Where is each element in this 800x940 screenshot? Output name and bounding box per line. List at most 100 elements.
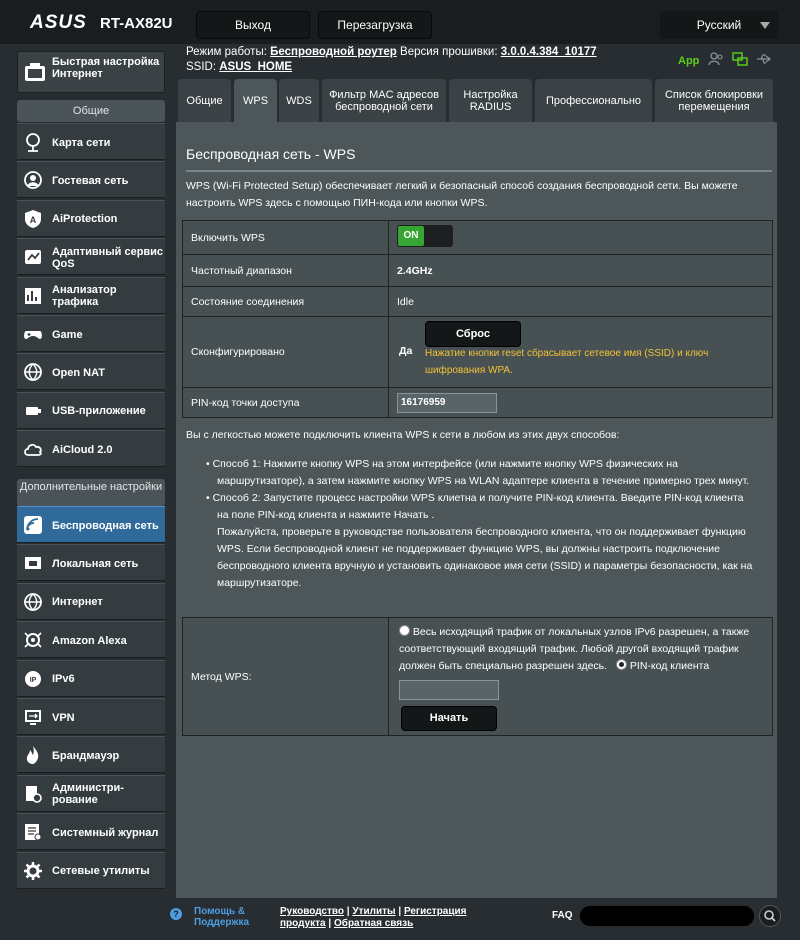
reset-button[interactable]: Сброс	[425, 321, 521, 347]
logout-button[interactable]: Выход	[196, 11, 310, 39]
tab-radius[interactable]: Настройка RADIUS	[449, 79, 532, 123]
sidebar-item-general-6[interactable]: Open NAT	[17, 353, 165, 391]
radio-client-pin[interactable]	[616, 659, 627, 670]
reboot-button[interactable]: Перезагрузка	[318, 11, 432, 39]
band-label: Частотный диапазон	[182, 254, 389, 287]
sidebar-item-advanced-4[interactable]: IP IPv6	[17, 659, 165, 697]
configured-cell: Да Сброс Нажатие кнопки reset сбрасывает…	[388, 316, 773, 388]
sidebar-item-advanced-1[interactable]: Локальная сеть	[17, 544, 165, 582]
sidebar-item-label: Администри-рование	[52, 782, 124, 807]
ap-pin-label: PIN-код точки доступа	[182, 387, 389, 418]
sidebar-item-general-0[interactable]: Карта сети	[17, 123, 165, 160]
setup-wizard-icon	[25, 63, 45, 81]
ssid-label: SSID:	[186, 61, 217, 73]
start-button[interactable]: Начать	[401, 706, 497, 731]
tab-wps[interactable]: WPS	[234, 79, 277, 123]
sidebar-item-general-2[interactable]: A AiProtection	[17, 199, 165, 237]
sidebar-item-general-1[interactable]: Гостевая сеть	[17, 161, 165, 199]
sidebar-item-label: Open NAT	[52, 366, 105, 379]
shield-icon: A	[25, 209, 41, 228]
row-wps-method: Метод WPS: Весь исходящий трафик от лока…	[182, 617, 773, 736]
register-link-1[interactable]: Регистрация	[404, 906, 467, 917]
wps-method-label: Метод WPS:	[182, 617, 389, 736]
general-section-header: Общие	[17, 100, 165, 122]
help-support-link[interactable]: Помощь & Поддержка	[194, 906, 249, 928]
wireless-icon	[24, 516, 42, 534]
sidebar-item-label: Amazon Alexa	[52, 634, 127, 647]
row-connection: Состояние соединения Idle	[182, 286, 773, 317]
way-2-line-3: Пожалуйста, проверьте в руководстве поль…	[217, 526, 746, 538]
sidebar-item-general-7[interactable]: USB-приложение	[17, 391, 165, 429]
sidebar-item-label: USB-приложение	[52, 405, 146, 418]
sidebar-item-label: Беспроводная сеть	[52, 519, 159, 532]
client-pin-input[interactable]	[399, 680, 499, 700]
sidebar-item-general-8[interactable]: AiCloud 2.0	[17, 430, 165, 468]
enable-wps-label: Включить WPS	[182, 220, 389, 255]
sidebar-item-advanced-5[interactable]: VPN	[17, 698, 165, 735]
sidebar-item-advanced-7[interactable]: Администри-рование	[17, 774, 165, 812]
mode-link[interactable]: Беспроводной роутер	[270, 46, 397, 58]
utilities-link[interactable]: Утилиты	[352, 906, 395, 917]
sidebar-item-advanced-0[interactable]: Беспроводная сеть	[17, 506, 165, 543]
app-link[interactable]: App	[678, 55, 699, 67]
usb-status-icon[interactable]	[756, 52, 772, 66]
language-select[interactable]: Русский	[660, 11, 778, 39]
sidebar-item-general-4[interactable]: Анализатор трафика	[17, 276, 165, 314]
sidebar-item-advanced-8[interactable]: Системный журнал	[17, 813, 165, 851]
usb-icon	[26, 406, 41, 415]
tab-roaming-block[interactable]: Список блокировки перемещения	[655, 79, 773, 123]
search-icon	[764, 910, 776, 922]
alexa-icon	[24, 632, 42, 648]
enable-wps-cell: ON	[388, 220, 773, 255]
tab-wds[interactable]: WDS	[279, 79, 319, 123]
ap-pin-field[interactable]: 16176959	[397, 392, 497, 413]
sidebar-item-advanced-6[interactable]: Брандмауэр	[17, 736, 165, 774]
tab-general[interactable]: Общие	[178, 79, 231, 123]
model-name: RT-AX82U	[100, 15, 173, 32]
internet-status-icon[interactable]	[732, 52, 748, 66]
sidebar-item-label: Карта сети	[52, 136, 111, 149]
footer-links: Руководство | Утилиты | Регистрация прод…	[280, 906, 467, 929]
faq-search-input[interactable]	[579, 905, 755, 927]
sidebar-item-label: Анализатор трафика	[52, 284, 117, 309]
admin-icon	[26, 785, 42, 803]
register-link-2[interactable]: продукта	[280, 918, 326, 929]
clients-icon[interactable]	[708, 52, 724, 66]
feedback-link[interactable]: Обратная связь	[334, 918, 413, 929]
sidebar-item-label: Интернет	[52, 596, 103, 609]
sidebar-item-general-3[interactable]: Адаптивный сервис QoS	[17, 238, 165, 276]
sidebar-item-label: Адаптивный сервис QoS	[52, 245, 164, 270]
wps-toggle[interactable]: ON	[397, 225, 453, 247]
vpn-icon	[25, 710, 41, 725]
wps-toggle-on: ON	[398, 226, 424, 246]
help-text-2: Поддержка	[194, 917, 250, 928]
way-2-line-2: на поле PIN-код клиента и нажмите Начать…	[217, 509, 435, 521]
radio-push-button[interactable]	[399, 625, 410, 636]
gear-icon	[24, 861, 42, 880]
fw-link[interactable]: 3.0.0.4.384_10177	[501, 46, 597, 58]
advanced-section-header: Дополнительные настройки	[17, 479, 165, 506]
sidebar-item-advanced-3[interactable]: Amazon Alexa	[17, 621, 165, 659]
option-1-text-3: должен быть специально разрешен здесь.	[399, 660, 608, 672]
tab-mac-filter[interactable]: Фильтр MAC адресов беспроводной сети	[322, 79, 446, 123]
description-line-2: настроить WPS здесь с помощью ПИН-кода и…	[186, 197, 488, 209]
sidebar-item-label: AiProtection	[52, 213, 118, 226]
way-1-text-1: Способ 1: Нажмите кнопку WPS на этом инт…	[212, 458, 678, 470]
way-2-line-5: беспроводного клиента вручную и установи…	[217, 560, 753, 572]
quick-internet-setup[interactable]: Быстрая настройка Интернет	[17, 51, 165, 93]
footer: ? Помощь & Поддержка Руководство | Утили…	[170, 898, 800, 940]
faq-search-button[interactable]	[759, 905, 781, 927]
svg-text:IP: IP	[30, 677, 37, 684]
manual-link[interactable]: Руководство	[280, 906, 344, 917]
sidebar-item-general-5[interactable]: Game	[17, 315, 165, 352]
row-ap-pin: PIN-код точки доступа 16176959	[182, 387, 773, 418]
sidebar-item-advanced-2[interactable]: Интернет	[17, 582, 165, 620]
ssid-link[interactable]: ASUS_HOME	[219, 61, 292, 73]
ipv6-icon: IP	[25, 670, 41, 687]
way-1-line-2: маршрутизаторе), а затем нажмите кнопку …	[217, 475, 750, 487]
globe-icon	[24, 363, 42, 382]
sidebar-item-advanced-9[interactable]: Сетевые утилиты	[17, 851, 165, 889]
method-option-1: Весь исходящий трафик от локальных узлов…	[399, 624, 769, 675]
ways-intro: Вы с легкостью можете подключить клиента…	[186, 429, 620, 441]
tab-professional[interactable]: Профессионально	[535, 79, 652, 123]
